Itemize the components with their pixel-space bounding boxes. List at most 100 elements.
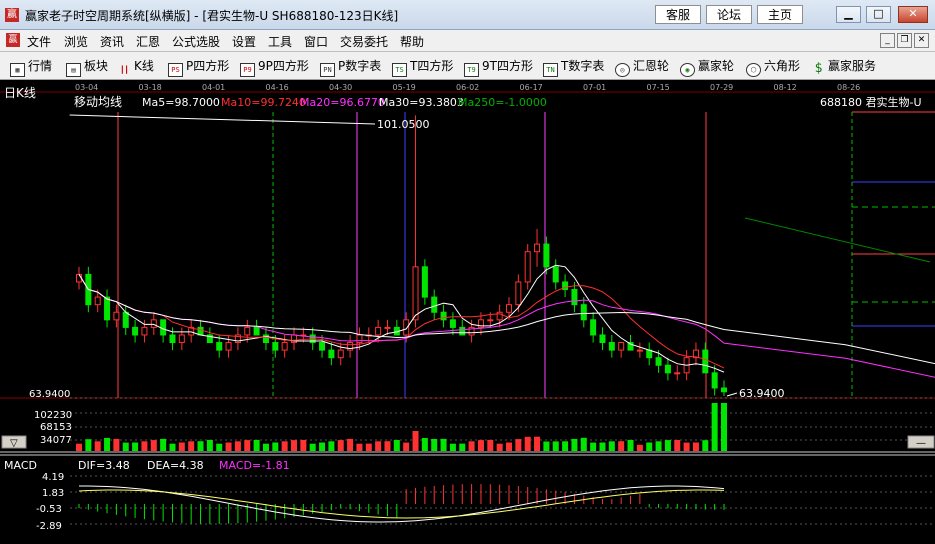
candle-body bbox=[506, 304, 512, 313]
toolbar-p-square-button[interactable]: PS P四方形 bbox=[168, 57, 229, 77]
candle-body bbox=[721, 387, 727, 393]
dif-line bbox=[79, 485, 725, 523]
menu-browse[interactable]: 浏览 bbox=[64, 33, 88, 50]
ma20-line bbox=[78, 274, 935, 378]
toolbar-quotes-button[interactable]: ▦ 行情 bbox=[10, 57, 52, 77]
candle-body bbox=[449, 319, 456, 328]
volume-tick-3: 34077 bbox=[40, 435, 72, 446]
date-tick-label: 08-12 bbox=[774, 83, 797, 92]
toolbar-9t-square-button[interactable]: T9 9T四方形 bbox=[464, 57, 533, 77]
candle-body bbox=[431, 296, 438, 313]
toolbar-huien-wheel-button[interactable]: ◎ 汇恩轮 bbox=[615, 57, 669, 77]
date-tick-label: 07-15 bbox=[647, 83, 670, 92]
toolbar-p-number-button[interactable]: PN P数字表 bbox=[320, 57, 381, 77]
menu-formula[interactable]: 公式选股 bbox=[172, 33, 220, 50]
macd-value-label: MACD=-1.81 bbox=[219, 459, 290, 472]
date-tick-label: 06-02 bbox=[456, 83, 479, 92]
high-pointer bbox=[69, 114, 376, 125]
volume-bar bbox=[188, 441, 195, 451]
trend-line bbox=[744, 217, 931, 263]
volume-bar bbox=[262, 443, 269, 451]
candle-body bbox=[590, 319, 597, 336]
candle-body bbox=[328, 349, 335, 359]
toolbar-9p-square-button[interactable]: P9 9P四方形 bbox=[240, 57, 309, 77]
dif-label: DIF=3.48 bbox=[78, 459, 130, 472]
volume-bar bbox=[721, 403, 727, 451]
toolbar-t-square-button[interactable]: TS T四方形 bbox=[392, 57, 453, 77]
menu-file[interactable]: 文件 bbox=[27, 33, 51, 50]
scroll-right-button[interactable]: — bbox=[907, 435, 935, 449]
toolbar-kline-button[interactable]: ┃┃ K线 bbox=[118, 57, 154, 75]
candle-body bbox=[104, 296, 111, 321]
toolbar-t-number-button[interactable]: TN T数字表 bbox=[543, 57, 604, 77]
customer-service-button[interactable]: 客服 bbox=[655, 5, 701, 24]
menu-settings[interactable]: 设置 bbox=[232, 33, 256, 50]
home-button[interactable]: 主页 bbox=[757, 5, 803, 24]
volume-bar bbox=[393, 440, 400, 451]
candle-body bbox=[216, 342, 223, 351]
volume-bar bbox=[421, 438, 428, 451]
macd-tick-2: 1.83 bbox=[42, 488, 64, 499]
mdi-restore-button[interactable]: ❐ bbox=[897, 33, 912, 48]
volume-bar bbox=[384, 441, 391, 451]
candle-body bbox=[674, 372, 681, 375]
volume-bar bbox=[328, 441, 335, 451]
macd-tick-4: -2.89 bbox=[36, 521, 62, 532]
date-tick-label: 03-04 bbox=[75, 83, 98, 92]
close-window-button[interactable]: ✕ bbox=[898, 6, 928, 23]
volume-bar bbox=[216, 443, 223, 451]
menu-trade[interactable]: 交易委托 bbox=[340, 33, 388, 50]
candle-body bbox=[150, 319, 157, 328]
volume-bar bbox=[496, 443, 503, 451]
minimize-window-button[interactable]: ▁ bbox=[836, 6, 861, 23]
menu-window[interactable]: 窗口 bbox=[304, 33, 328, 50]
mdi-minimize-button[interactable]: _ bbox=[880, 33, 895, 48]
volume-bar bbox=[627, 440, 634, 451]
volume-bar bbox=[692, 442, 699, 451]
scroll-down-button[interactable]: ▽ bbox=[1, 435, 27, 449]
date-tick-label: 05-19 bbox=[393, 83, 416, 92]
date-tick-label: 07-29 bbox=[710, 83, 733, 92]
hexagon-icon: ⬡ bbox=[746, 63, 761, 77]
candle-body bbox=[384, 326, 391, 329]
candle-body bbox=[356, 334, 363, 344]
volume-bar bbox=[599, 442, 606, 451]
menu-help[interactable]: 帮助 bbox=[400, 33, 424, 50]
ma20-label: Ma20=96.6770 bbox=[300, 96, 385, 109]
volume-bar bbox=[281, 441, 288, 451]
toolbar-sectors-button[interactable]: ▤ 板块 bbox=[66, 57, 108, 77]
ma30-line bbox=[78, 274, 935, 365]
mdi-close-button[interactable]: ✕ bbox=[914, 33, 929, 48]
candle-body bbox=[571, 289, 578, 306]
volume-bar bbox=[94, 441, 101, 451]
candle-body bbox=[618, 342, 625, 351]
candle-body bbox=[272, 342, 279, 351]
menu-huien[interactable]: 汇恩 bbox=[136, 33, 160, 50]
menu-tools[interactable]: 工具 bbox=[268, 33, 292, 50]
volume-bar bbox=[356, 443, 363, 451]
chart-area[interactable]: 日K线 移动均线 Ma5=98.7000 Ma10=99.7240 Ma20=9… bbox=[0, 80, 935, 544]
toolbar-service-button[interactable]: $ 赢家服务 bbox=[812, 57, 876, 75]
volume-bar bbox=[506, 442, 512, 451]
t-number-icon: TN bbox=[543, 63, 558, 77]
stock-chart[interactable]: 日K线 移动均线 Ma5=98.7000 Ma10=99.7240 Ma20=9… bbox=[0, 80, 935, 544]
candle-body bbox=[319, 342, 326, 351]
candle-body bbox=[524, 251, 531, 283]
maximize-window-button[interactable]: □ bbox=[866, 6, 891, 23]
volume-bar bbox=[459, 443, 466, 451]
candle-body bbox=[132, 326, 139, 336]
menu-news[interactable]: 资讯 bbox=[100, 33, 124, 50]
volume-bar bbox=[683, 442, 690, 451]
title-bar: 赢 赢家老子时空周期系统[纵横版] - [君实生物-U SH688180-123… bbox=[0, 0, 935, 30]
candle-body bbox=[122, 311, 129, 328]
volume-bar bbox=[571, 439, 578, 451]
candle-body bbox=[711, 372, 718, 389]
date-tick-label: 06-17 bbox=[520, 83, 543, 92]
toolbar-hexagon-button[interactable]: ⬡ 六角形 bbox=[746, 57, 800, 77]
toolbar-winner-wheel-button[interactable]: ◉ 赢家轮 bbox=[680, 57, 734, 77]
candle-body bbox=[636, 349, 643, 352]
forum-button[interactable]: 论坛 bbox=[706, 5, 752, 24]
volume-bar bbox=[113, 438, 120, 451]
volume-tick-1: 102230 bbox=[34, 410, 72, 421]
volume-bar bbox=[618, 441, 625, 451]
